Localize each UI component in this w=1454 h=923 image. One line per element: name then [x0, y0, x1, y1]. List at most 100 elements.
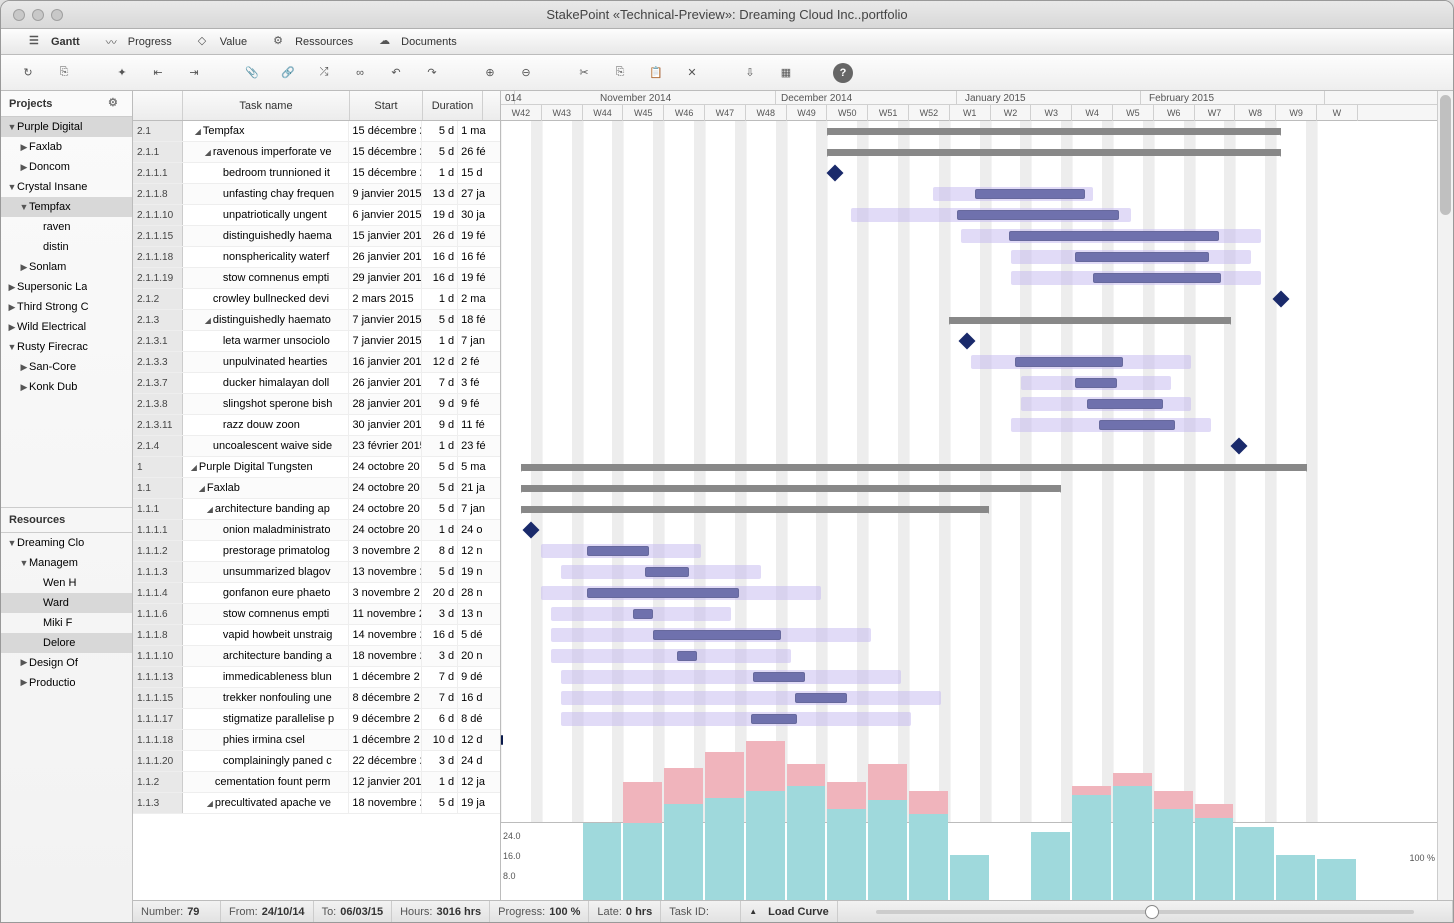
- task-bar[interactable]: [851, 208, 1131, 222]
- undo-button[interactable]: ↶: [385, 62, 407, 84]
- paste-button[interactable]: 📋: [645, 62, 667, 84]
- tree-item[interactable]: raven: [1, 217, 132, 237]
- table-row[interactable]: 1.1.1.18phies irmina csel1 décembre 210 …: [133, 730, 500, 751]
- table-row[interactable]: 1.1◢Faxlab24 octobre 205 d21 ja: [133, 478, 500, 499]
- summary-bar[interactable]: [521, 464, 1307, 471]
- refresh-button[interactable]: ↻: [17, 62, 39, 84]
- task-bar[interactable]: [961, 229, 1261, 243]
- table-row[interactable]: 1.1.1.10architecture banding a18 novembr…: [133, 646, 500, 667]
- task-bar[interactable]: [561, 712, 911, 726]
- tree-item[interactable]: ▶Sonlam: [1, 257, 132, 277]
- maximize-button[interactable]: [51, 9, 63, 21]
- table-row[interactable]: 1.1.1.8vapid howbeit unstraig14 novembre…: [133, 625, 500, 646]
- table-row[interactable]: 2.1.2crowley bullnecked devi2 mars 20151…: [133, 289, 500, 310]
- table-row[interactable]: 2.1.1.19stow comnenus empti29 janvier 20…: [133, 268, 500, 289]
- table-row[interactable]: 2.1.4uncoalescent waive side23 février 2…: [133, 436, 500, 457]
- table-row[interactable]: 1.1.2cementation fount perm12 janvier 20…: [133, 772, 500, 793]
- table-row[interactable]: 1.1.1◢architecture banding ap24 octobre …: [133, 499, 500, 520]
- table-row[interactable]: 1.1.1.15trekker nonfouling une8 décembre…: [133, 688, 500, 709]
- tree-item[interactable]: ▶Supersonic La: [1, 277, 132, 297]
- table-row[interactable]: 2.1.1.8unfasting chay frequen9 janvier 2…: [133, 184, 500, 205]
- task-bar[interactable]: [541, 586, 821, 600]
- tree-item[interactable]: ▶Productio: [1, 673, 132, 693]
- tree-item[interactable]: ▶Design Of: [1, 653, 132, 673]
- tree-item[interactable]: ▶San-Core: [1, 357, 132, 377]
- zoomout-button[interactable]: ⊖: [515, 62, 537, 84]
- table-row[interactable]: 1.1.1.1onion maladministrato24 octobre 2…: [133, 520, 500, 541]
- cut-button[interactable]: ✂: [573, 62, 595, 84]
- table-row[interactable]: 1.1.1.3unsummarized blagov13 novembre 25…: [133, 562, 500, 583]
- table-row[interactable]: 2.1◢Tempfax15 décembre 25 d1 ma: [133, 121, 500, 142]
- tab-value[interactable]: ◇Value: [198, 34, 247, 50]
- tree-item[interactable]: Delore: [1, 633, 132, 653]
- tree-item[interactable]: ▼Managem: [1, 553, 132, 573]
- table-row[interactable]: 2.1.1◢ravenous imperforate ve15 décembre…: [133, 142, 500, 163]
- task-bar[interactable]: [551, 628, 871, 642]
- tree-item[interactable]: distin: [1, 237, 132, 257]
- col-id[interactable]: [133, 91, 183, 120]
- tree-item[interactable]: ▼Purple Digital: [1, 117, 132, 137]
- col-start[interactable]: Start: [350, 91, 423, 120]
- delete-button[interactable]: ✕: [681, 62, 703, 84]
- table-row[interactable]: 2.1.1.15distinguishedly haema15 janvier …: [133, 226, 500, 247]
- minimize-button[interactable]: [32, 9, 44, 21]
- task-bar[interactable]: [933, 187, 1093, 201]
- redo-button[interactable]: ↷: [421, 62, 443, 84]
- table-row[interactable]: 1.1.1.20complainingly paned c22 décembre…: [133, 751, 500, 772]
- help-button[interactable]: ?: [833, 63, 853, 83]
- attach-button[interactable]: 📎: [241, 62, 263, 84]
- tab-progress[interactable]: 〰Progress: [106, 34, 172, 50]
- task-bar[interactable]: [541, 544, 701, 558]
- tree-item[interactable]: ▼Rusty Firecrac: [1, 337, 132, 357]
- summary-bar[interactable]: [949, 317, 1231, 324]
- table-row[interactable]: 2.1.3.3unpulvinated hearties16 janvier 2…: [133, 352, 500, 373]
- gear-icon[interactable]: ⚙: [108, 96, 124, 112]
- grid-button[interactable]: ▦: [775, 62, 797, 84]
- col-duration[interactable]: Duration: [423, 91, 483, 120]
- table-row[interactable]: 1.1.1.2prestorage primatolog3 novembre 2…: [133, 541, 500, 562]
- task-bar[interactable]: [1011, 271, 1261, 285]
- table-row[interactable]: 2.1.3.7ducker himalayan doll26 janvier 2…: [133, 373, 500, 394]
- copy-button[interactable]: ⎘: [609, 62, 631, 84]
- link-button[interactable]: ⎘: [53, 62, 75, 84]
- task-bar[interactable]: [551, 607, 731, 621]
- tab-documents[interactable]: ☁Documents: [379, 34, 457, 50]
- chain-button[interactable]: 🔗: [277, 62, 299, 84]
- table-row[interactable]: 1◢Purple Digital Tungsten24 octobre 205 …: [133, 457, 500, 478]
- zoomin-button[interactable]: ⊕: [479, 62, 501, 84]
- tab-gantt[interactable]: ☰Gantt: [29, 34, 80, 50]
- tree-item[interactable]: Miki F: [1, 613, 132, 633]
- task-bar[interactable]: [501, 735, 503, 745]
- indent-button[interactable]: ⇥: [183, 62, 205, 84]
- table-row[interactable]: 1.1.1.6stow comnenus empti11 novembre 23…: [133, 604, 500, 625]
- task-bar[interactable]: [1011, 418, 1211, 432]
- tree-item[interactable]: Wen H: [1, 573, 132, 593]
- table-row[interactable]: 2.1.3.8slingshot sperone bish28 janvier …: [133, 394, 500, 415]
- summary-bar[interactable]: [827, 128, 1281, 135]
- tree-item[interactable]: ▼Dreaming Clo: [1, 533, 132, 553]
- summary-bar[interactable]: [521, 485, 1061, 492]
- table-row[interactable]: 2.1.3◢distinguishedly haemato7 janvier 2…: [133, 310, 500, 331]
- table-row[interactable]: 1.1.3◢precultivated apache ve18 novembre…: [133, 793, 500, 814]
- milestone[interactable]: [959, 333, 976, 350]
- export-button[interactable]: ⇩: [739, 62, 761, 84]
- gantt-pane[interactable]: 014November 2014December 2014January 201…: [501, 91, 1437, 900]
- tab-resources[interactable]: ⚙Ressources: [273, 34, 353, 50]
- tree-item[interactable]: ▶Doncom: [1, 157, 132, 177]
- task-bar[interactable]: [971, 355, 1191, 369]
- tree-item[interactable]: ▶Konk Dub: [1, 377, 132, 397]
- unlink-button[interactable]: ⤮: [313, 62, 335, 84]
- outdent-button[interactable]: ⇤: [147, 62, 169, 84]
- summary-bar[interactable]: [827, 149, 1281, 156]
- tree-item[interactable]: ▶Faxlab: [1, 137, 132, 157]
- tree-item[interactable]: ▶Wild Electrical: [1, 317, 132, 337]
- close-button[interactable]: [13, 9, 25, 21]
- tree-item[interactable]: Ward: [1, 593, 132, 613]
- load-curve-toggle[interactable]: ▲ Load Curve: [741, 901, 838, 922]
- col-name[interactable]: Task name: [183, 91, 350, 120]
- task-bar[interactable]: [561, 691, 941, 705]
- table-row[interactable]: 2.1.3.11razz douw zoon30 janvier 2019 d1…: [133, 415, 500, 436]
- table-row[interactable]: 1.1.1.13immedicableness blun1 décembre 2…: [133, 667, 500, 688]
- table-row[interactable]: 1.1.1.17stigmatize parallelise p9 décemb…: [133, 709, 500, 730]
- table-row[interactable]: 2.1.1.1bedroom trunnioned it15 décembre …: [133, 163, 500, 184]
